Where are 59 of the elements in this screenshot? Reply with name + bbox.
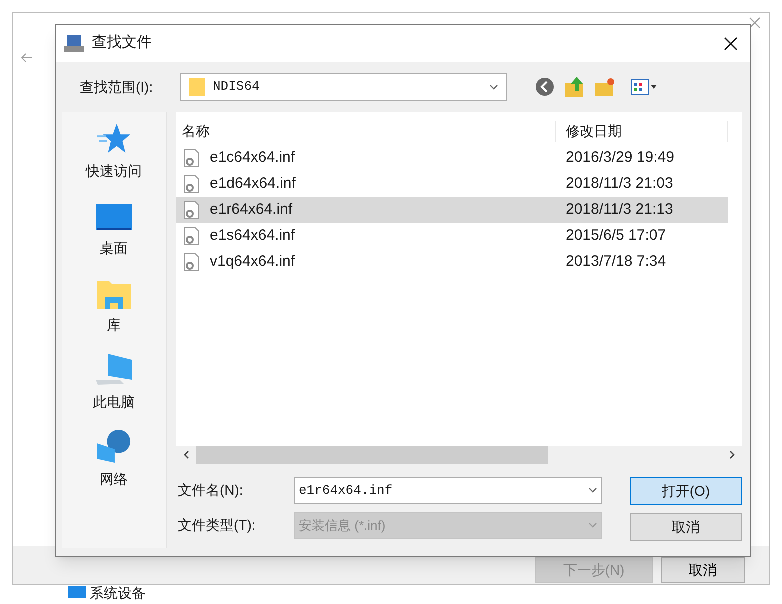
dialog-button[interactable]: 打开(O) bbox=[630, 477, 742, 505]
file-name: e1r64x64.inf bbox=[210, 200, 293, 220]
modified-date: 2016/3/29 19:49 bbox=[565, 148, 674, 168]
star-icon bbox=[97, 122, 131, 155]
settings-file-icon bbox=[184, 149, 200, 167]
modified-date: 2018/11/3 21:13 bbox=[565, 200, 674, 220]
file-name: e1s64x64.inf bbox=[210, 226, 296, 246]
places-item[interactable]: 此电脑 bbox=[93, 353, 135, 413]
settings-file-icon bbox=[184, 253, 200, 271]
folder-icon bbox=[189, 78, 205, 96]
file-name: e1c64x64.inf bbox=[210, 148, 296, 168]
scroll-left-icon[interactable] bbox=[184, 451, 188, 459]
up-folder-icon[interactable] bbox=[565, 77, 585, 97]
chevron-icon bbox=[490, 84, 498, 90]
file-row[interactable]: e1s64x64.inf 2015/6/5 17:07 bbox=[176, 223, 728, 249]
window-title: 查找文件 bbox=[92, 33, 153, 54]
file-name-label: 文件名(N): bbox=[177, 481, 244, 500]
file-name: v1q64x64.inf bbox=[210, 252, 296, 272]
column-header[interactable]: 修改日期 bbox=[556, 121, 728, 142]
network-icon bbox=[95, 430, 133, 463]
file-name: e1d64x64.inf bbox=[210, 174, 296, 194]
places-item[interactable]: 库 bbox=[97, 276, 131, 336]
chevron-icon bbox=[589, 523, 597, 528]
monitor-icon bbox=[68, 586, 86, 600]
grid-view-icon bbox=[631, 79, 649, 95]
file-row[interactable]: e1c64x64.inf 2016/3/29 19:49 bbox=[176, 145, 728, 171]
modified-date: 2015/6/5 17:07 bbox=[565, 226, 666, 246]
new-folder-icon[interactable] bbox=[595, 77, 615, 97]
column-header[interactable]: 名称 bbox=[176, 121, 556, 142]
tree-item[interactable]: 系统设备 bbox=[90, 586, 146, 600]
caret-icon bbox=[651, 85, 657, 89]
back-icon[interactable] bbox=[535, 77, 555, 97]
scrollbar-thumb[interactable] bbox=[196, 446, 548, 464]
chevron-icon bbox=[589, 488, 597, 493]
look-in-label: 查找范围(I): bbox=[80, 78, 154, 97]
view-menu-button[interactable] bbox=[631, 79, 657, 95]
file-row[interactable]: e1r64x64.inf 2018/11/3 21:13 bbox=[176, 197, 728, 223]
look-in-value: NDIS64 bbox=[213, 78, 261, 96]
settings-file-icon bbox=[184, 227, 200, 245]
places-item[interactable]: 桌面 bbox=[96, 199, 132, 259]
close-icon[interactable] bbox=[724, 36, 738, 50]
wizard-button[interactable]: 取消 bbox=[661, 557, 745, 583]
modified-date: 2013/7/18 7:34 bbox=[565, 252, 666, 272]
modified-date: 2018/11/3 21:03 bbox=[565, 174, 674, 194]
places-item[interactable]: 网络 bbox=[95, 430, 133, 490]
file-type-label: 文件类型(T): bbox=[177, 516, 257, 535]
look-in-combo[interactable]: NDIS64 bbox=[180, 73, 507, 101]
file-row[interactable]: v1q64x64.inf 2013/7/18 7:34 bbox=[176, 249, 728, 275]
settings-file-icon bbox=[184, 201, 200, 219]
computer-search-icon bbox=[64, 34, 84, 52]
places-item[interactable]: 快速访问 bbox=[86, 122, 142, 182]
dialog-button[interactable]: 取消 bbox=[630, 513, 742, 541]
settings-file-icon bbox=[184, 175, 200, 193]
file-row[interactable]: e1d64x64.inf 2018/11/3 21:03 bbox=[176, 171, 728, 197]
file-name-field[interactable]: e1r64x64.inf bbox=[294, 477, 602, 504]
back-arrow-icon[interactable] bbox=[21, 53, 33, 63]
computer-icon bbox=[94, 354, 134, 386]
monitor-icon bbox=[96, 204, 132, 232]
scroll-right-icon[interactable] bbox=[730, 451, 734, 459]
